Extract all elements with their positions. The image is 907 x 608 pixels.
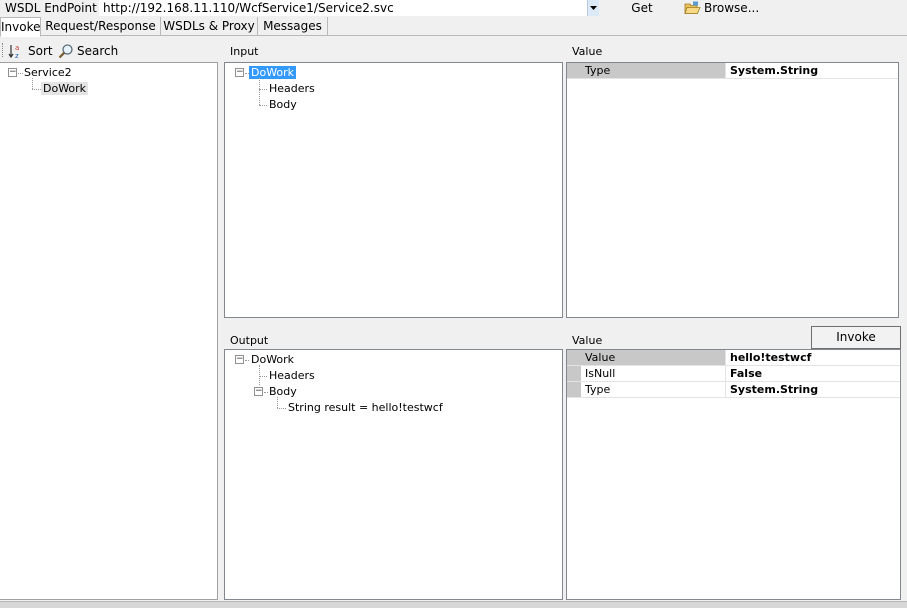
tree-node-body[interactable]: Body [269,384,297,400]
tree-node-headers[interactable]: Headers [269,368,315,384]
grid-key: Type [567,63,725,78]
toolbar-grip[interactable] [2,43,5,57]
output-value-label: Value [572,334,603,347]
grid-row[interactable]: Type System.String [567,63,898,79]
tree-connector [259,376,267,377]
tab-strip: Invoke Request/Response WSDLs & Proxy Me… [0,17,907,37]
endpoint-label: WSDL EndPoint [5,1,97,15]
tree-connector [277,408,286,409]
browse-label: Browse... [704,1,760,15]
tree-node-operation[interactable]: DoWork [41,81,89,97]
svg-text:a: a [15,44,19,52]
status-strip [0,601,907,608]
tab-request-response[interactable]: Request/Response [41,17,161,36]
invoke-button[interactable]: Invoke [811,326,901,349]
tree-connector [32,78,33,89]
tree-node-headers[interactable]: Headers [269,81,315,97]
tree-connector [18,73,23,74]
tree-connector [264,392,268,393]
tab-messages[interactable]: Messages [258,17,328,36]
grid-key: IsNull [585,367,616,380]
tree-node-dowork[interactable]: DoWork [251,352,294,368]
get-button[interactable]: Get [616,0,668,16]
tree-connector [277,397,278,408]
svg-text:z: z [15,52,19,59]
tree-connector [259,105,267,106]
endpoint-url-input[interactable] [99,0,599,16]
magnifier-icon [58,44,73,59]
tree-connector [259,89,267,90]
collapse-toggle[interactable]: − [8,68,17,77]
service-tree[interactable]: − Service2 DoWork [0,62,218,600]
grid-value: System.String [725,382,900,397]
tree-node-result[interactable]: String result = hello!testwcf [288,400,443,416]
dropdown-arrow-icon [590,6,597,10]
search-button[interactable]: Search [58,42,118,60]
grid-key: Value [567,350,725,365]
collapse-toggle[interactable]: − [235,68,244,77]
grid-value: hello!testwcf [725,350,900,365]
tree-connector [245,360,249,361]
output-label: Output [230,334,269,347]
sort-button[interactable]: a z Sort [8,42,53,60]
browse-button[interactable]: Browse... [684,0,759,16]
grid-value: False [725,366,900,381]
grid-row[interactable]: IsNull False [567,366,900,382]
input-label: Input [230,45,259,58]
tree-connector [259,365,260,385]
tree-connector [259,78,260,105]
operation-label: DoWork [41,82,89,95]
output-value-grid[interactable]: Value hello!testwcf IsNull False Type Sy… [566,349,901,600]
folder-open-icon [684,1,701,14]
tree-connector [32,89,41,90]
collapse-toggle[interactable]: − [235,355,244,364]
grid-row[interactable]: Value hello!testwcf [567,350,900,366]
tab-invoke[interactable]: Invoke [0,17,41,37]
sort-label: Sort [28,44,53,58]
input-tree[interactable]: − DoWork Headers Body [224,62,563,318]
output-tree[interactable]: − DoWork Headers − Body String result = … [224,349,563,600]
sort-az-icon: a z [8,44,19,59]
dowork-label: DoWork [249,66,297,79]
collapse-toggle[interactable]: − [254,387,263,396]
tab-wsdls-proxy[interactable]: WSDLs & Proxy [161,17,258,36]
grid-value: System.String [725,63,898,78]
tree-node-body[interactable]: Body [269,97,297,113]
tree-node-dowork[interactable]: DoWork [249,65,297,81]
search-label: Search [77,44,119,58]
input-value-label: Value [572,45,603,58]
endpoint-dropdown-button[interactable] [587,0,599,16]
input-value-grid[interactable]: Type System.String [566,62,899,318]
grid-key: Type [585,383,611,396]
grid-row[interactable]: Type System.String [567,382,900,398]
